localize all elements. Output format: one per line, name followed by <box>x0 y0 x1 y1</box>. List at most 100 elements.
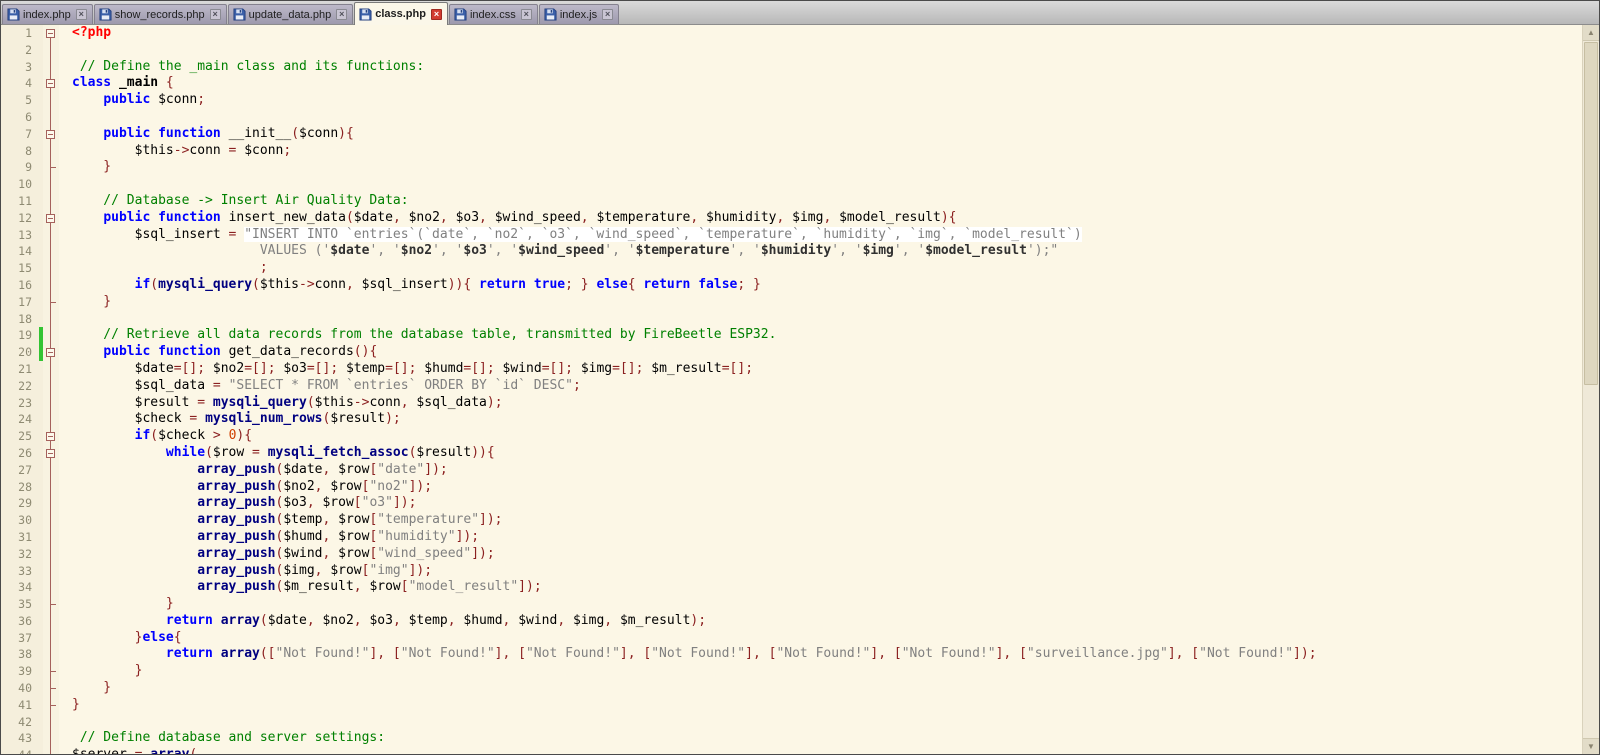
fold-margin <box>43 629 59 647</box>
code-line[interactable]: 18 <box>1 310 1582 328</box>
fold-margin <box>43 108 59 126</box>
code-line[interactable]: 26 while($row = mysqli_fetch_assoc($resu… <box>1 444 1582 462</box>
code-line[interactable]: 23 $result = mysqli_query($this->conn, $… <box>1 394 1582 412</box>
close-icon[interactable]: × <box>430 8 442 20</box>
code-line[interactable]: 44 $server = array( <box>1 747 1582 754</box>
code-line[interactable]: 28 array_push($no2, $row["no2"]); <box>1 478 1582 496</box>
tab-index.php[interactable]: index.php × <box>2 4 93 24</box>
code-text: VALUES ('$date', '$no2', '$o3', '$wind_s… <box>259 243 1059 259</box>
close-icon[interactable]: × <box>602 9 614 20</box>
fold-margin <box>43 310 59 328</box>
code-line[interactable]: 17 } <box>1 293 1582 311</box>
tab-label: index.php <box>23 8 71 21</box>
scroll-up-arrow-icon[interactable]: ▲ <box>1583 25 1599 41</box>
code-line[interactable]: 25 if($check > 0){ <box>1 428 1582 445</box>
code-text: return array(["Not Found!"], ["Not Found… <box>165 646 1317 662</box>
line-number: 35 <box>1 596 39 613</box>
close-icon[interactable]: × <box>75 9 87 20</box>
code-line[interactable]: 16 if(mysqli_query($this->conn, $sql_ins… <box>1 276 1582 294</box>
vertical-scrollbar[interactable]: ▲ ▼ <box>1582 25 1599 754</box>
scrollbar-thumb[interactable] <box>1584 42 1598 385</box>
floppy-disk-icon <box>544 8 557 21</box>
code-line[interactable]: 4 class _main { <box>1 75 1582 93</box>
code-line[interactable]: 34 array_push($m_result, $row["model_res… <box>1 579 1582 597</box>
code-line[interactable]: 14 VALUES ('$date', '$no2', '$o3', '$win… <box>1 243 1582 261</box>
code-line[interactable]: 36 return array($date, $no2, $o3, $temp,… <box>1 612 1582 630</box>
code-line[interactable]: 19 // Retrieve all data records from the… <box>1 327 1582 345</box>
tab-update_data.php[interactable]: update_data.php × <box>227 4 354 24</box>
fold-collapse-icon[interactable] <box>43 444 59 462</box>
tab-index.css[interactable]: index.css × <box>448 4 538 24</box>
code-line[interactable]: 11 // Database -> Insert Air Quality Dat… <box>1 192 1582 210</box>
code-line[interactable]: 2 <box>1 41 1582 59</box>
code-line[interactable]: 7 public function __init__($conn){ <box>1 125 1582 143</box>
scroll-down-arrow-icon[interactable]: ▼ <box>1583 738 1599 754</box>
code-text: $sql_data = "SELECT * FROM `entries` ORD… <box>134 377 581 393</box>
code-line[interactable]: 30 array_push($temp, $row["temperature"]… <box>1 512 1582 529</box>
code-line[interactable]: 35 } <box>1 596 1582 613</box>
code-line[interactable]: 31 array_push($humd, $row["humidity"]); <box>1 528 1582 546</box>
code-pane[interactable]: 1 <?php 2 3 // Define the _main class and i… <box>1 25 1582 754</box>
code-line[interactable]: 21 $date=[]; $no2=[]; $o3=[]; $temp=[]; … <box>1 360 1582 378</box>
code-line[interactable]: 33 array_push($img, $row["img"]); <box>1 562 1582 580</box>
tab-class.php[interactable]: class.php × <box>354 2 448 25</box>
code-text: public function insert_new_data($date, $… <box>103 209 957 225</box>
code-line[interactable]: 3 // Define the _main class and its func… <box>1 58 1582 76</box>
tab-index.js[interactable]: index.js × <box>538 4 620 24</box>
line-number: 34 <box>1 579 39 597</box>
fold-margin <box>43 41 59 59</box>
fold-collapse-icon[interactable] <box>43 344 59 361</box>
code-line[interactable]: 20 public function get_data_records(){ <box>1 344 1582 361</box>
code-text: ; <box>259 260 268 276</box>
line-number: 41 <box>1 696 39 714</box>
code-line[interactable]: 38 return array(["Not Found!"], ["Not Fo… <box>1 646 1582 664</box>
code-text: $server = array( <box>59 747 197 754</box>
line-number: 6 <box>1 108 39 126</box>
fold-collapse-icon[interactable] <box>43 25 59 42</box>
code-line[interactable]: 22 $sql_data = "SELECT * FROM `entries` … <box>1 377 1582 395</box>
code-line[interactable]: 12 public function insert_new_data($date… <box>1 209 1582 227</box>
line-number: 12 <box>1 209 39 227</box>
code-text: } <box>72 596 174 612</box>
close-icon[interactable]: × <box>209 9 221 20</box>
code-line[interactable]: 41} <box>1 696 1582 714</box>
line-number: 22 <box>1 377 39 395</box>
code-line[interactable]: 42 <box>1 713 1582 731</box>
code-line[interactable]: 39 } <box>1 663 1582 681</box>
line-number: 2 <box>1 41 39 59</box>
fold-collapse-icon[interactable] <box>43 75 59 93</box>
fold-margin <box>43 528 59 546</box>
code-line[interactable]: 8 $this->conn = $conn; <box>1 142 1582 160</box>
tab-show_records.php[interactable]: show_records.php × <box>93 4 227 24</box>
code-text: array_push($date, $row["date"]); <box>197 461 448 477</box>
code-line[interactable]: 15 ; <box>1 260 1582 277</box>
code-line[interactable]: 1 <?php <box>1 25 1582 42</box>
line-number: 37 <box>1 629 39 647</box>
code-line[interactable]: 5 public $conn; <box>1 92 1582 109</box>
fold-collapse-icon[interactable] <box>43 125 59 143</box>
close-icon[interactable]: × <box>520 9 532 20</box>
code-line[interactable]: 32 array_push($wind, $row["wind_speed"])… <box>1 545 1582 563</box>
code-line[interactable]: 40 } <box>1 680 1582 697</box>
code-text: // Define the _main class and its functi… <box>72 58 425 74</box>
fold-margin <box>43 713 59 731</box>
line-number: 26 <box>1 444 39 462</box>
code-text: array_push($humd, $row["humidity"]); <box>197 528 480 544</box>
code-line[interactable]: 24 $check = mysqli_num_rows($result); <box>1 411 1582 429</box>
line-number: 17 <box>1 293 39 311</box>
code-line[interactable]: 29 array_push($o3, $row["o3"]); <box>1 495 1582 513</box>
fold-collapse-icon[interactable] <box>43 428 59 445</box>
fold-margin <box>43 663 59 681</box>
code-line[interactable]: 37 }else{ <box>1 629 1582 647</box>
code-line[interactable]: 9 } <box>1 159 1582 177</box>
fold-collapse-icon[interactable] <box>43 209 59 227</box>
fold-margin <box>43 192 59 210</box>
code-line[interactable]: 43 // Define database and server setting… <box>1 730 1582 748</box>
line-number: 21 <box>1 360 39 378</box>
close-icon[interactable]: × <box>336 9 348 20</box>
code-line[interactable]: 27 array_push($date, $row["date"]); <box>1 461 1582 479</box>
code-line[interactable]: 6 <box>1 108 1582 126</box>
code-line[interactable]: 10 <box>1 176 1582 193</box>
code-line[interactable]: 13 $sql_insert = "INSERT INTO `entries`(… <box>1 226 1582 244</box>
